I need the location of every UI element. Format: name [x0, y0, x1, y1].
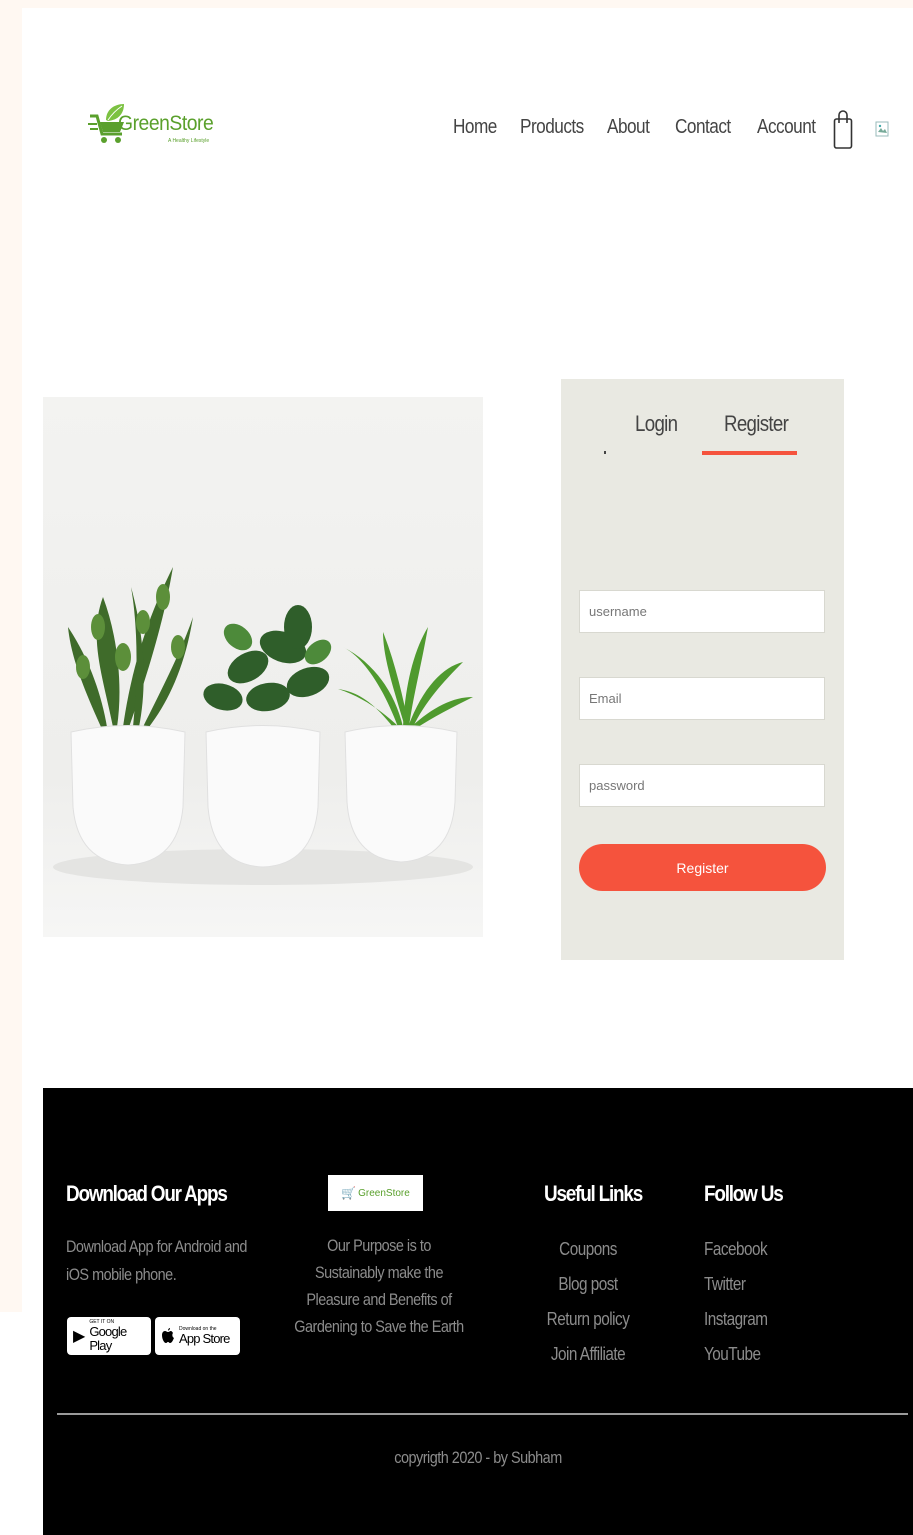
- link-return-policy[interactable]: Return policy: [541, 1302, 635, 1337]
- tab-login[interactable]: Login: [635, 411, 678, 437]
- nav-home[interactable]: Home: [453, 116, 497, 139]
- footer: Download Our Apps Download App for Andro…: [43, 1088, 913, 1535]
- google-play-badge[interactable]: ▶ GET IT ON Google Play: [67, 1317, 151, 1355]
- nav-about[interactable]: About: [607, 116, 650, 139]
- email-input[interactable]: [579, 677, 825, 720]
- active-tab-indicator: [702, 451, 797, 455]
- tab-dot: [604, 451, 606, 454]
- footer-apps-text: Download App for Android and iOS mobile …: [66, 1237, 247, 1284]
- main-nav: Home Products About Contact Account: [453, 116, 840, 139]
- copyright-text: copyrigth 2020 - by Subham: [394, 1448, 562, 1467]
- nav-products[interactable]: Products: [520, 116, 584, 139]
- shopping-bag-icon[interactable]: [833, 107, 853, 149]
- link-coupons[interactable]: Coupons: [541, 1232, 635, 1267]
- broken-image-icon: [875, 121, 889, 137]
- apple-icon: [162, 1328, 174, 1343]
- register-button[interactable]: Register: [579, 844, 826, 891]
- link-instagram[interactable]: Instagram: [704, 1302, 806, 1337]
- footer-links-heading: Useful Links: [544, 1181, 643, 1206]
- link-join-affiliate[interactable]: Join Affiliate: [541, 1337, 635, 1372]
- footer-apps-heading: Download Our Apps: [66, 1181, 228, 1206]
- tab-register[interactable]: Register: [724, 411, 789, 437]
- password-input[interactable]: [579, 764, 825, 807]
- footer-follow-heading: Follow Us: [704, 1181, 784, 1206]
- nav-contact[interactable]: Contact: [675, 116, 731, 139]
- useful-links-list: Coupons Blog post Return policy Join Aff…: [533, 1232, 643, 1372]
- link-youtube[interactable]: YouTube: [704, 1337, 806, 1372]
- brand-logo[interactable]: GreenStore A Healthy Lifestyle: [88, 100, 228, 150]
- play-store-icon: ▶: [73, 1328, 86, 1345]
- potted-plants-illustration: [53, 567, 473, 885]
- link-facebook[interactable]: Facebook: [704, 1232, 806, 1267]
- app-store-badge[interactable]: Download on the App Store: [155, 1317, 240, 1355]
- link-blog-post[interactable]: Blog post: [541, 1267, 635, 1302]
- logo-tagline: A Healthy Lifestyle: [168, 138, 210, 144]
- google-play-big: Google Play: [89, 1324, 127, 1353]
- link-twitter[interactable]: Twitter: [704, 1267, 806, 1302]
- footer-divider: [57, 1413, 908, 1415]
- footer-logo-text: GreenStore: [358, 1187, 410, 1199]
- auth-card: Login Register Register: [561, 379, 844, 960]
- footer-purpose-text: Our Purpose is to Sustainably make the P…: [294, 1236, 464, 1336]
- hero-plants-image: [43, 397, 483, 937]
- username-input[interactable]: [579, 590, 825, 633]
- nav-account[interactable]: Account: [757, 116, 816, 139]
- footer-logo: 🛒 GreenStore: [328, 1175, 423, 1211]
- follow-links-list: Facebook Twitter Instagram YouTube: [704, 1232, 824, 1372]
- app-store-big: App Store: [179, 1331, 230, 1346]
- logo-text: GreenStore: [118, 112, 214, 135]
- footer-cart-leaf-icon: 🛒: [341, 1186, 357, 1200]
